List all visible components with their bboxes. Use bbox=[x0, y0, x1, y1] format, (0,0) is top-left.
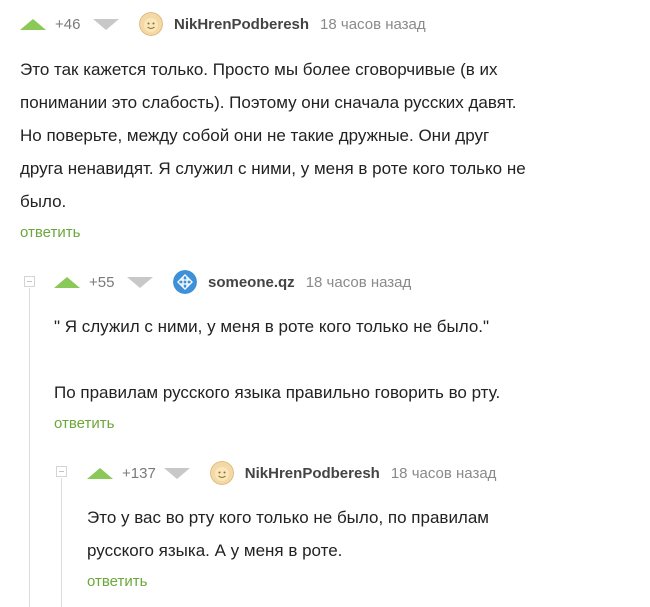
upvote-arrow-icon[interactable] bbox=[54, 276, 80, 288]
comment-text-line: русского языка. А у меня в роте. bbox=[87, 541, 343, 560]
comment-text-line: Но поверьте, между собой они не такие др… bbox=[20, 126, 490, 145]
comment-text-line: Это так кажется только. Просто мы более … bbox=[20, 60, 498, 79]
reply-link[interactable]: ответить bbox=[54, 415, 644, 432]
comment-text: " Я служил с ними, у меня в роте кого то… bbox=[54, 310, 639, 409]
comment-text-line: " Я служил с ними, у меня в роте кого то… bbox=[54, 317, 490, 336]
comment-text-line: По правилам русского языка правильно гов… bbox=[54, 383, 501, 402]
comment-text-line: понимании это слабость). Поэтому они сна… bbox=[20, 93, 517, 112]
collapse-thread-button[interactable] bbox=[56, 466, 67, 477]
comment-author-link[interactable]: someone.qz bbox=[208, 274, 295, 291]
thread-line-level-1 bbox=[29, 288, 30, 607]
comment-header: +55 someone.qz 18 часов назад bbox=[54, 268, 644, 296]
comment-timestamp: 18 часов назад bbox=[305, 273, 412, 291]
upvote-arrow-icon[interactable] bbox=[20, 18, 46, 30]
upvote-arrow-icon[interactable] bbox=[87, 467, 113, 479]
reply-link[interactable]: ответить bbox=[87, 573, 642, 590]
collapse-thread-button[interactable] bbox=[24, 276, 35, 287]
comment-text: Это так кажется только. Просто мы более … bbox=[20, 53, 630, 218]
downvote-arrow-icon[interactable] bbox=[163, 467, 190, 479]
comment-timestamp: 18 часов назад bbox=[390, 464, 497, 482]
blue-knot-avatar-icon[interactable] bbox=[173, 270, 197, 294]
reply-link[interactable]: ответить bbox=[20, 224, 640, 241]
downvote-arrow-icon[interactable] bbox=[93, 18, 119, 30]
comment: +46 NikHrenPodberesh 18 часов назад Это … bbox=[20, 10, 640, 241]
comment-text-line: друга ненавидят. Я служил с ними, у меня… bbox=[20, 159, 526, 178]
comment-rating: +55 bbox=[89, 273, 115, 291]
smiling-face-avatar-icon[interactable] bbox=[209, 461, 234, 485]
downvote-arrow-icon[interactable] bbox=[127, 276, 153, 288]
comment-author-link[interactable]: NikHrenPodberesh bbox=[245, 465, 380, 482]
comment-author-link[interactable]: NikHrenPodberesh bbox=[174, 16, 309, 33]
comment: +137 NikHrenPodberesh 18 часов назад Это… bbox=[87, 459, 642, 590]
comment-text-line bbox=[54, 343, 639, 376]
comment-rating: +137 bbox=[122, 464, 156, 482]
comment-text-line: было. bbox=[20, 192, 67, 211]
thread-line-level-2 bbox=[61, 478, 62, 607]
comment-header: +46 NikHrenPodberesh 18 часов назад bbox=[20, 10, 640, 38]
comment-timestamp: 18 часов назад bbox=[320, 15, 426, 33]
comment-text: Это у вас во рту кого только не было, по… bbox=[87, 501, 637, 567]
comment: +55 someone.qz 18 часов назад " Я служил… bbox=[54, 268, 644, 432]
comment-text-line: Это у вас во рту кого только не было, по… bbox=[87, 508, 489, 527]
smiling-face-avatar-icon[interactable] bbox=[139, 12, 163, 36]
comment-rating: +46 bbox=[55, 15, 81, 33]
comment-header: +137 NikHrenPodberesh 18 часов назад bbox=[87, 459, 642, 487]
